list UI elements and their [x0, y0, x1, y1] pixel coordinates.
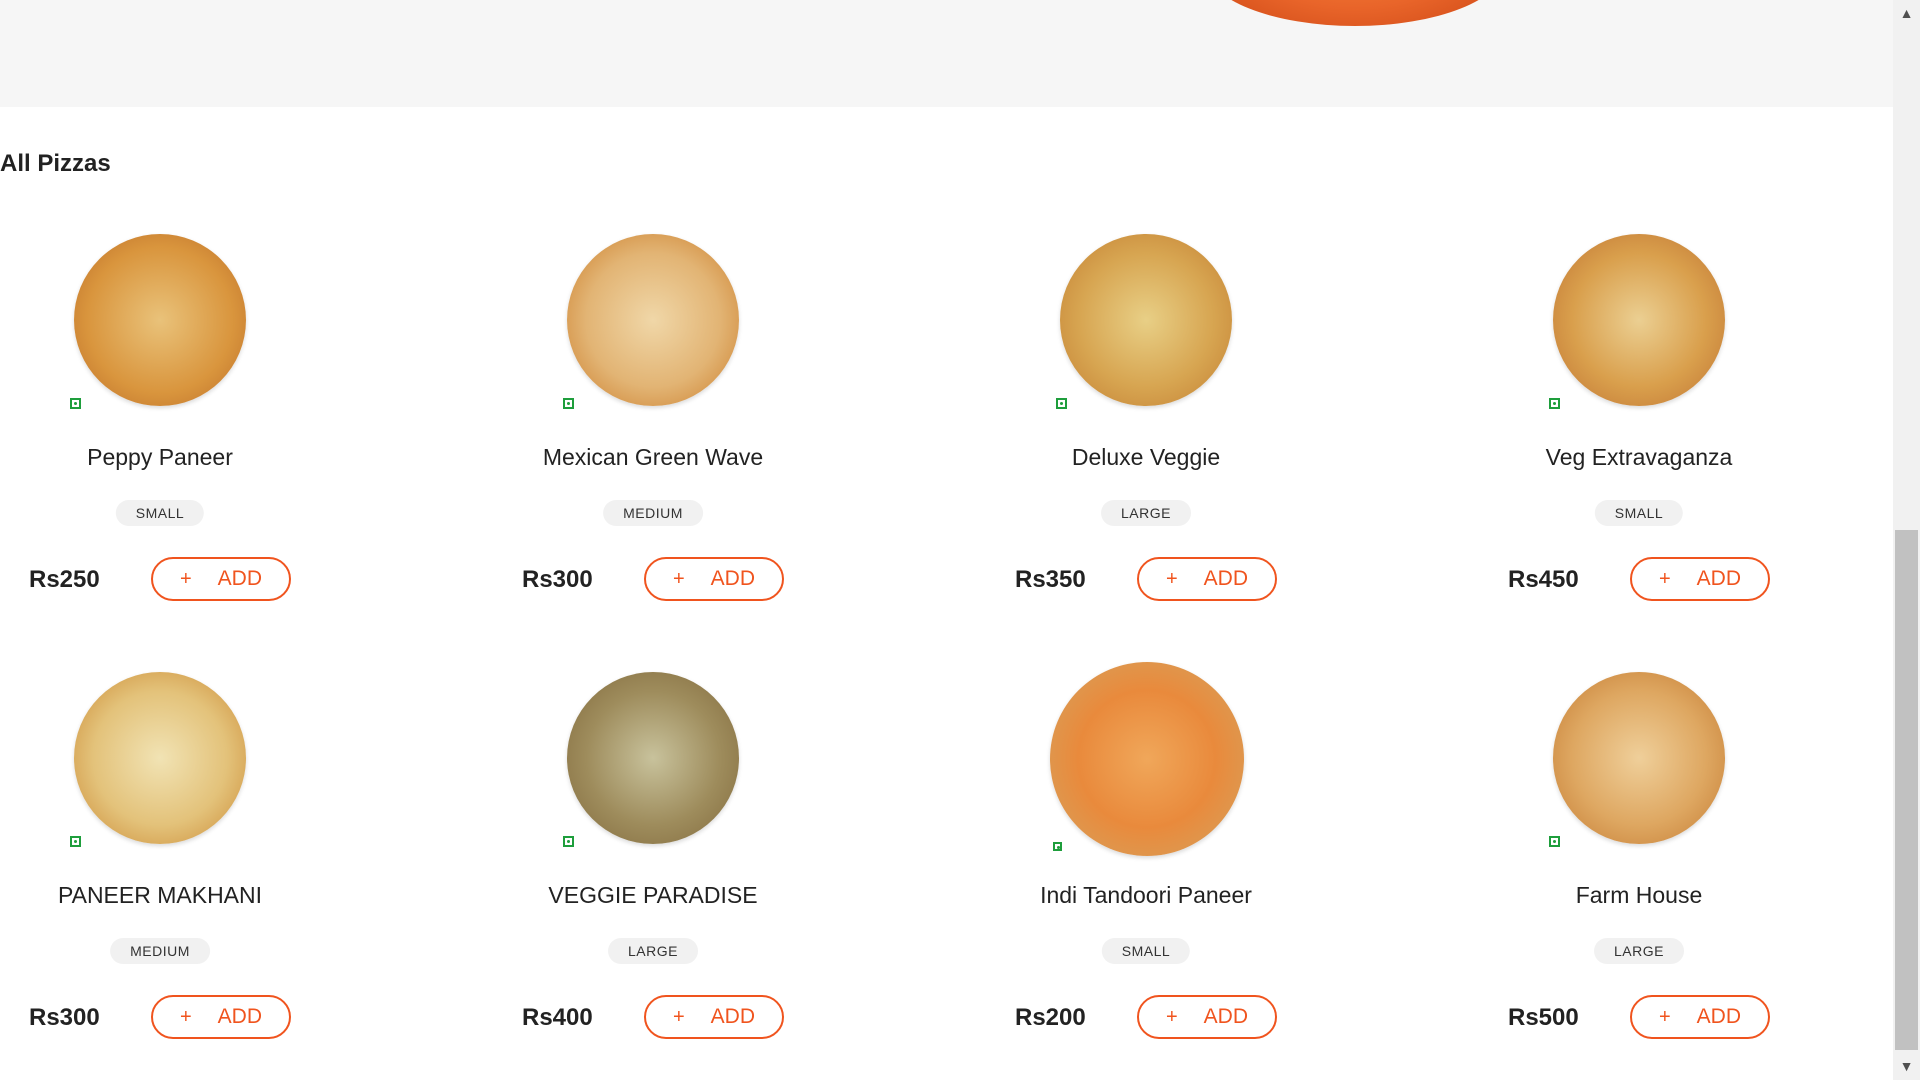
price: Rs200: [1015, 1004, 1086, 1031]
pizza-image[interactable]: [1060, 234, 1232, 406]
plus-icon: +: [672, 567, 685, 590]
pizza-card: Deluxe Veggie LARGE Rs350 + ADD: [986, 210, 1479, 630]
add-button[interactable]: + ADD: [1630, 557, 1770, 601]
size-badge: LARGE: [1101, 500, 1191, 526]
add-button[interactable]: + ADD: [1137, 557, 1277, 601]
size-badge: MEDIUM: [603, 500, 703, 526]
add-button[interactable]: + ADD: [151, 995, 291, 1039]
pizza-image[interactable]: [1050, 662, 1244, 856]
price: Rs450: [1508, 566, 1579, 593]
pizza-name: PANEER MAKHANI: [57, 882, 263, 908]
pizza-card: PANEER MAKHANI MEDIUM Rs300 + ADD: [0, 648, 493, 1068]
plus-icon: +: [1658, 1005, 1671, 1028]
add-label: ADD: [710, 567, 756, 590]
add-label: ADD: [710, 1005, 756, 1028]
section-title: All Pizzas: [0, 150, 111, 177]
pizza-name: Veg Extravaganza: [1545, 444, 1733, 470]
pizza-card: Veg Extravaganza SMALL Rs450 + ADD: [1479, 210, 1920, 630]
veg-icon: [563, 836, 574, 847]
pizza-name: Mexican Green Wave: [542, 444, 764, 470]
pizza-image[interactable]: [567, 234, 739, 406]
add-button[interactable]: + ADD: [151, 557, 291, 601]
veg-icon: [70, 398, 81, 409]
scrollbar-thumb[interactable]: [1895, 530, 1918, 1050]
pizza-image[interactable]: [74, 234, 246, 406]
pizza-name: Peppy Paneer: [87, 444, 233, 470]
price: Rs400: [522, 1004, 593, 1031]
price: Rs500: [1508, 1004, 1579, 1031]
size-badge: SMALL: [115, 500, 205, 526]
plus-icon: +: [179, 567, 192, 590]
pizza-card: Peppy Paneer SMALL Rs250 + ADD: [0, 210, 493, 630]
hero-banner: [0, 0, 1893, 107]
pizza-card: Mexican Green Wave MEDIUM Rs300 + ADD: [493, 210, 986, 630]
pizza-name: Indi Tandoori Paneer: [1040, 882, 1252, 908]
pizza-card: Farm House LARGE Rs500 + ADD: [1479, 648, 1920, 1068]
add-label: ADD: [1203, 1005, 1249, 1028]
vertical-scrollbar[interactable]: ▲ ▼: [1893, 0, 1920, 1080]
add-label: ADD: [1203, 567, 1249, 590]
add-button[interactable]: + ADD: [1630, 995, 1770, 1039]
size-badge: SMALL: [1101, 938, 1191, 964]
price: Rs300: [522, 566, 593, 593]
pizza-card: VEGGIE PARADISE LARGE Rs400 + ADD: [493, 648, 986, 1068]
price: Rs250: [29, 566, 100, 593]
size-badge: MEDIUM: [110, 938, 210, 964]
plus-icon: +: [1165, 567, 1178, 590]
pizza-name: VEGGIE PARADISE: [548, 882, 758, 908]
add-button[interactable]: + ADD: [644, 557, 784, 601]
veg-icon: [1056, 398, 1067, 409]
plus-icon: +: [672, 1005, 685, 1028]
add-button[interactable]: + ADD: [644, 995, 784, 1039]
pizza-name: Deluxe Veggie: [1071, 444, 1221, 470]
price: Rs350: [1015, 566, 1086, 593]
pizza-image[interactable]: [1553, 234, 1725, 406]
veg-icon: [1549, 398, 1560, 409]
plus-icon: +: [1658, 567, 1671, 590]
scroll-down-icon[interactable]: ▼: [1893, 1053, 1920, 1080]
size-badge: SMALL: [1594, 500, 1684, 526]
add-label: ADD: [1696, 567, 1742, 590]
veg-icon: [563, 398, 574, 409]
add-label: ADD: [217, 567, 263, 590]
pizza-name: Farm House: [1575, 882, 1703, 908]
add-label: ADD: [217, 1005, 263, 1028]
price: Rs300: [29, 1004, 100, 1031]
pizza-image[interactable]: [74, 672, 246, 844]
veg-icon: [70, 836, 81, 847]
size-badge: LARGE: [1594, 938, 1684, 964]
add-label: ADD: [1696, 1005, 1742, 1028]
veg-icon: [1549, 836, 1560, 847]
add-button[interactable]: + ADD: [1137, 995, 1277, 1039]
size-badge: LARGE: [608, 938, 698, 964]
pizza-image[interactable]: [567, 672, 739, 844]
veg-icon: [1053, 842, 1062, 851]
plus-icon: +: [179, 1005, 192, 1028]
pizza-card: Indi Tandoori Paneer SMALL Rs200 + ADD: [986, 648, 1479, 1068]
scroll-up-icon[interactable]: ▲: [1893, 0, 1920, 27]
hero-pizza-image: [1205, 0, 1505, 26]
pizza-image[interactable]: [1553, 672, 1725, 844]
plus-icon: +: [1165, 1005, 1178, 1028]
